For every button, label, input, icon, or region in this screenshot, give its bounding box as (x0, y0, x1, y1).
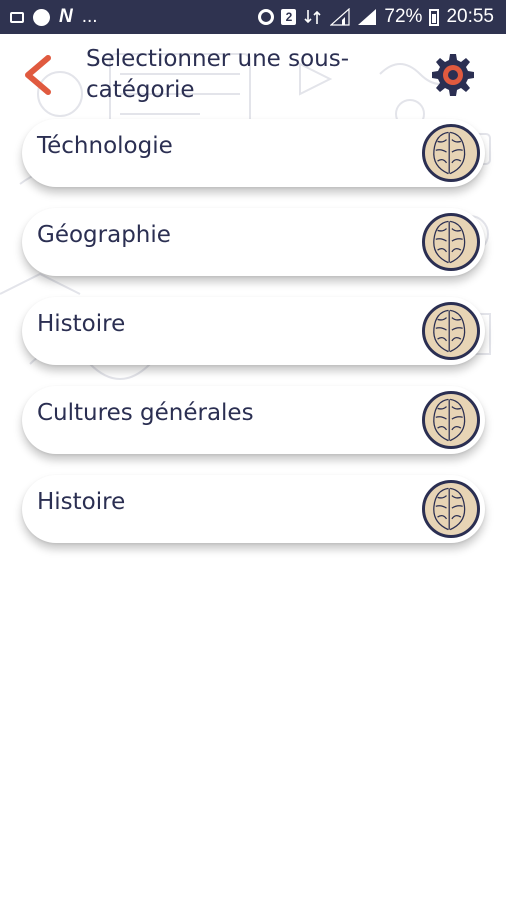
more-notifications-text: ... (81, 6, 98, 27)
subcategory-list: Téchnologie Géographie Histoire Cultures… (22, 119, 485, 564)
signal-weak-icon (330, 8, 351, 26)
download-icon (33, 8, 50, 26)
status-bar: N ... 2 72% 20:55 (0, 0, 506, 34)
list-item[interactable]: Géographie (22, 208, 485, 276)
n-app-icon: N (59, 6, 73, 27)
page-title: Selectionner une sous-catégorie (86, 46, 350, 103)
item-label: Cultures générales (37, 400, 254, 426)
list-item[interactable]: Cultures générales (22, 386, 485, 454)
list-item[interactable]: Histoire (22, 297, 485, 365)
battery-icon (429, 8, 440, 26)
brain-icon (422, 480, 480, 538)
settings-button[interactable] (430, 52, 476, 98)
item-label: Histoire (37, 489, 126, 515)
sim-badge: 2 (281, 9, 297, 25)
item-label: Géographie (37, 222, 171, 248)
clock: 20:55 (446, 6, 494, 27)
item-label: Histoire (37, 311, 126, 337)
brain-icon (422, 213, 480, 271)
gallery-icon (10, 11, 24, 23)
brain-icon (422, 391, 480, 449)
data-arrows-icon (304, 10, 321, 24)
signal-strong-icon (358, 9, 377, 25)
list-item[interactable]: Histoire (22, 475, 485, 543)
back-button[interactable] (18, 52, 58, 98)
list-item[interactable]: Téchnologie (22, 119, 485, 187)
gear-icon (432, 54, 474, 96)
alarm-icon (258, 9, 275, 25)
item-label: Téchnologie (37, 133, 173, 159)
brain-icon (422, 302, 480, 360)
brain-icon (422, 124, 480, 182)
battery-percent: 72% (384, 6, 423, 27)
